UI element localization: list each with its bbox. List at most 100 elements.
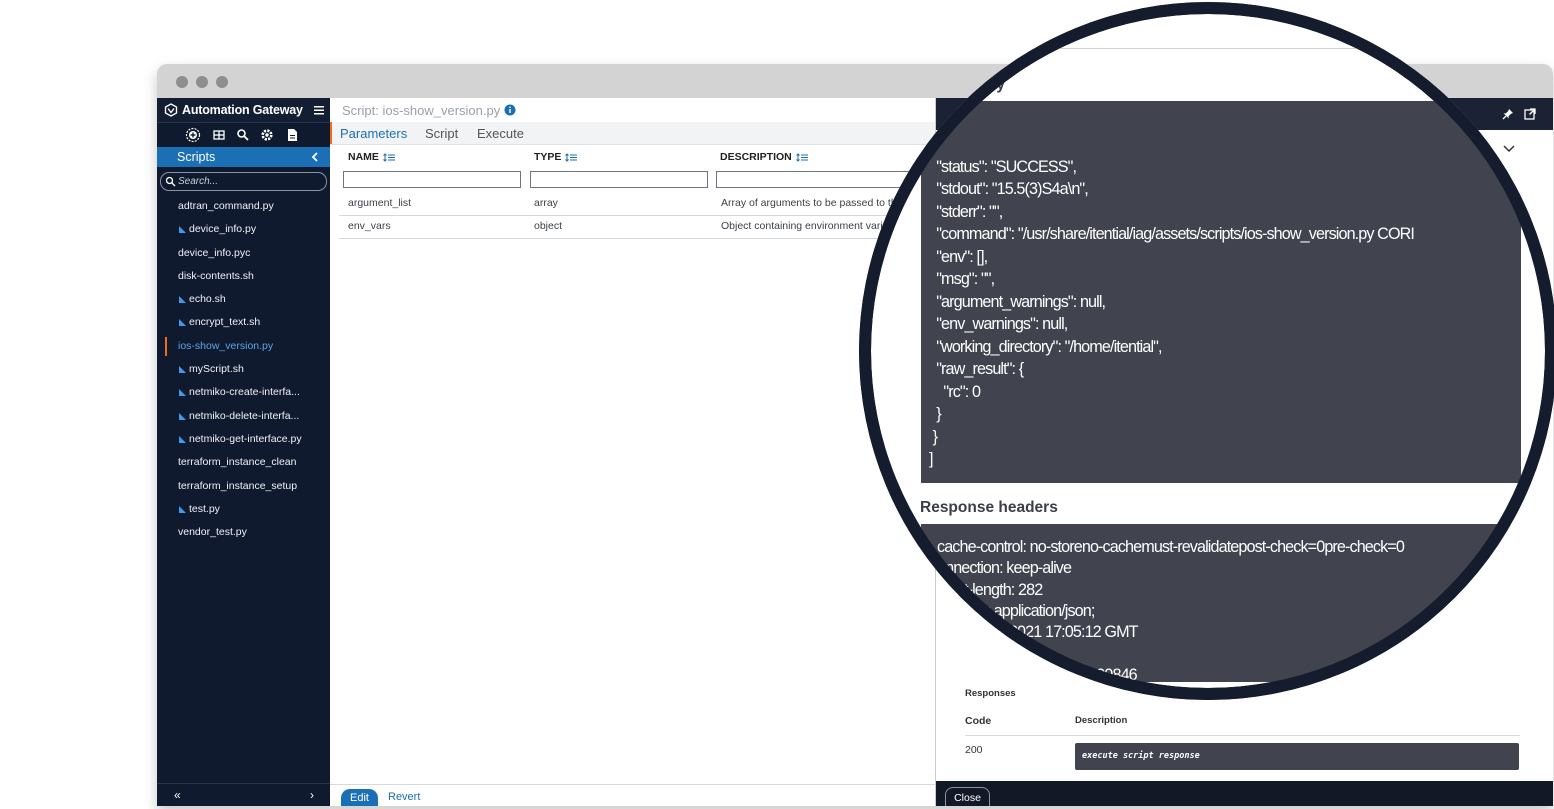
tab-parameters[interactable]: Parameters (340, 126, 407, 141)
scripts-section-label: Scripts (177, 150, 216, 164)
revert-button[interactable]: Revert (388, 791, 420, 803)
response-description: execute script response (1082, 751, 1200, 761)
column-header-label: TYPE (534, 151, 562, 163)
table-row[interactable]: argument_list array Array of arguments t… (339, 192, 935, 216)
code-column-header: Code (965, 715, 992, 727)
sidebar-file-item[interactable]: adtran_command.py (157, 195, 330, 218)
sidebar-file-item[interactable]: echo.sh (157, 288, 330, 311)
tab-script[interactable]: Script (425, 126, 458, 141)
script-file-list: adtran_command.py device_info.py device_in… (157, 195, 330, 544)
sidebar-toolbar (157, 123, 330, 147)
sidebar-file-label: terraform_instance_clean (178, 456, 297, 469)
collapse-sidebar-button[interactable]: « (174, 788, 181, 802)
sidebar-file-label: adtran_command.py (178, 200, 274, 212)
divider (965, 735, 1520, 736)
sidebar-file-item[interactable]: disk-contents.sh (157, 265, 330, 288)
window-zoom-dot[interactable] (216, 76, 228, 88)
sidebar-file-item[interactable]: myScript.sh (157, 358, 330, 381)
sidebar-header: Automation Gateway (157, 98, 330, 123)
gateway-logo-icon (164, 103, 178, 117)
sidebar-file-item[interactable]: terraform_instance_setup (157, 475, 330, 498)
tab-bar: Parameters Script Execute (330, 122, 935, 145)
sidebar-file-label: encrypt_text.sh (189, 316, 261, 329)
search-input[interactable] (178, 174, 318, 188)
sidebar-file-label: vendor_test.py (178, 526, 247, 539)
sidebar-file-label: device_info.py (189, 223, 257, 236)
search-icon (165, 176, 176, 187)
active-tab-marker (330, 122, 332, 144)
column-header-description[interactable]: DESCRIPTION (720, 151, 809, 163)
scripts-section-header[interactable]: Scripts (157, 147, 330, 167)
response-code: 200 (965, 744, 983, 756)
sidebar-file-label: device_info.pyc (178, 246, 251, 259)
panel-footer: Close (936, 781, 1553, 806)
main-footer: Edit Revert (330, 784, 935, 806)
param-name-cell: env_vars (348, 220, 391, 232)
window-minimize-dot[interactable] (196, 76, 208, 88)
column-header-label: DESCRIPTION (720, 151, 792, 163)
sidebar-file-label: echo.sh (189, 293, 226, 306)
window-close-dot[interactable] (176, 76, 188, 88)
main-content: Script: ios-show_version.py Parameters S… (330, 98, 937, 806)
document-icon[interactable] (284, 127, 300, 143)
column-header-type[interactable]: TYPE (534, 151, 578, 163)
file-modified-icon (179, 226, 186, 234)
sidebar-file-item[interactable]: netmiko-create-interfa... (157, 381, 330, 404)
sidebar-file-label: terraform_instance_setup (178, 479, 298, 492)
sidebar-footer: « › (157, 783, 330, 806)
next-page-button[interactable]: › (310, 788, 314, 802)
response-description-box: execute script response (1075, 743, 1519, 770)
sidebar-file-label: disk-contents.sh (178, 269, 254, 282)
description-column-header: Description (1075, 715, 1128, 726)
add-circle-icon[interactable] (185, 127, 201, 143)
file-modified-icon (179, 435, 186, 443)
column-header-name[interactable]: NAME (348, 151, 396, 163)
sidebar-file-item[interactable]: ios-show_version.py (157, 335, 330, 358)
sidebar-file-item[interactable]: device_info.py (157, 218, 330, 241)
param-name-cell: argument_list (348, 197, 412, 209)
page-title: Script: ios-show_version.py (342, 103, 501, 118)
tab-execute[interactable]: Execute (477, 126, 524, 141)
sidebar-search (160, 172, 327, 191)
magnifier-lens: body { "status": "SUCCESS", "stdout": "1… (859, 2, 1554, 700)
name-filter-input[interactable] (343, 171, 521, 188)
grid-view-icon[interactable] (211, 127, 227, 143)
file-modified-icon (179, 505, 186, 513)
file-modified-icon (179, 319, 186, 327)
sidebar-file-item[interactable]: device_info.pyc (157, 242, 330, 265)
param-type-cell: object (534, 220, 563, 232)
sidebar-file-item[interactable]: netmiko-get-interface.py (157, 428, 330, 451)
close-button[interactable]: Close (945, 787, 990, 806)
app-title: Automation Gateway (182, 103, 303, 117)
type-filter-input[interactable] (530, 171, 708, 188)
sort-icon[interactable] (795, 153, 809, 162)
chevron-left-icon[interactable] (310, 151, 320, 163)
hamburger-menu-icon[interactable] (313, 103, 325, 117)
sidebar-file-item[interactable]: netmiko-delete-interfa... (157, 405, 330, 428)
edit-button[interactable]: Edit (341, 789, 378, 806)
sidebar-file-label: netmiko-create-interfa... (189, 386, 300, 399)
file-modified-icon (179, 366, 186, 374)
sidebar-file-label: myScript.sh (189, 363, 244, 376)
sidebar-file-item[interactable]: terraform_instance_clean (157, 451, 330, 474)
file-modified-icon (179, 389, 186, 397)
info-icon[interactable] (504, 104, 516, 116)
sort-icon[interactable] (383, 153, 396, 162)
search-icon[interactable] (235, 127, 251, 143)
magnifier-ring (859, 2, 1554, 700)
sidebar: Automation Gateway Scripts Search... adt… (157, 98, 330, 806)
sidebar-file-item[interactable]: test.py (157, 498, 330, 521)
sidebar-file-label: netmiko-delete-interfa... (189, 409, 300, 422)
sidebar-file-label: ios-show_version.py (178, 339, 274, 352)
sidebar-file-label: test.py (189, 502, 220, 515)
table-row[interactable]: env_vars object Object containing enviro… (339, 215, 935, 239)
file-modified-icon (179, 296, 186, 304)
sidebar-file-label: netmiko-get-interface.py (189, 432, 302, 445)
sort-icon[interactable] (565, 153, 578, 162)
gear-icon[interactable] (259, 127, 275, 143)
sidebar-file-item[interactable]: encrypt_text.sh (157, 311, 330, 334)
file-modified-icon (179, 412, 186, 420)
sidebar-file-item[interactable]: vendor_test.py (157, 521, 330, 544)
column-header-label: NAME (348, 151, 379, 163)
param-type-cell: array (534, 197, 558, 209)
